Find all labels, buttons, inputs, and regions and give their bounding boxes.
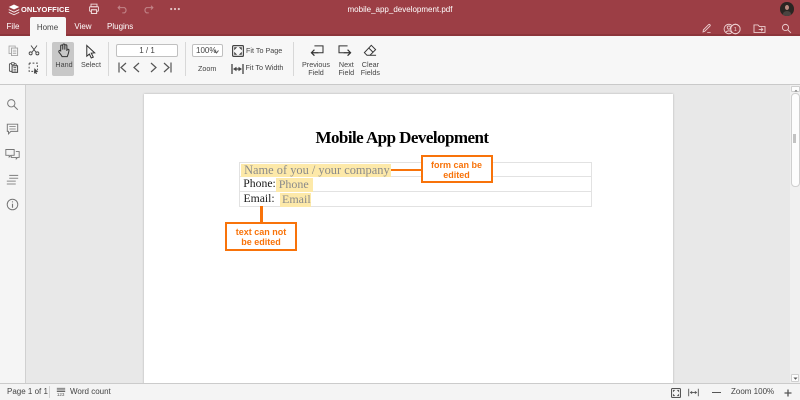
svg-text:123: 123 <box>57 392 65 397</box>
svg-text:1: 1 <box>734 27 737 33</box>
